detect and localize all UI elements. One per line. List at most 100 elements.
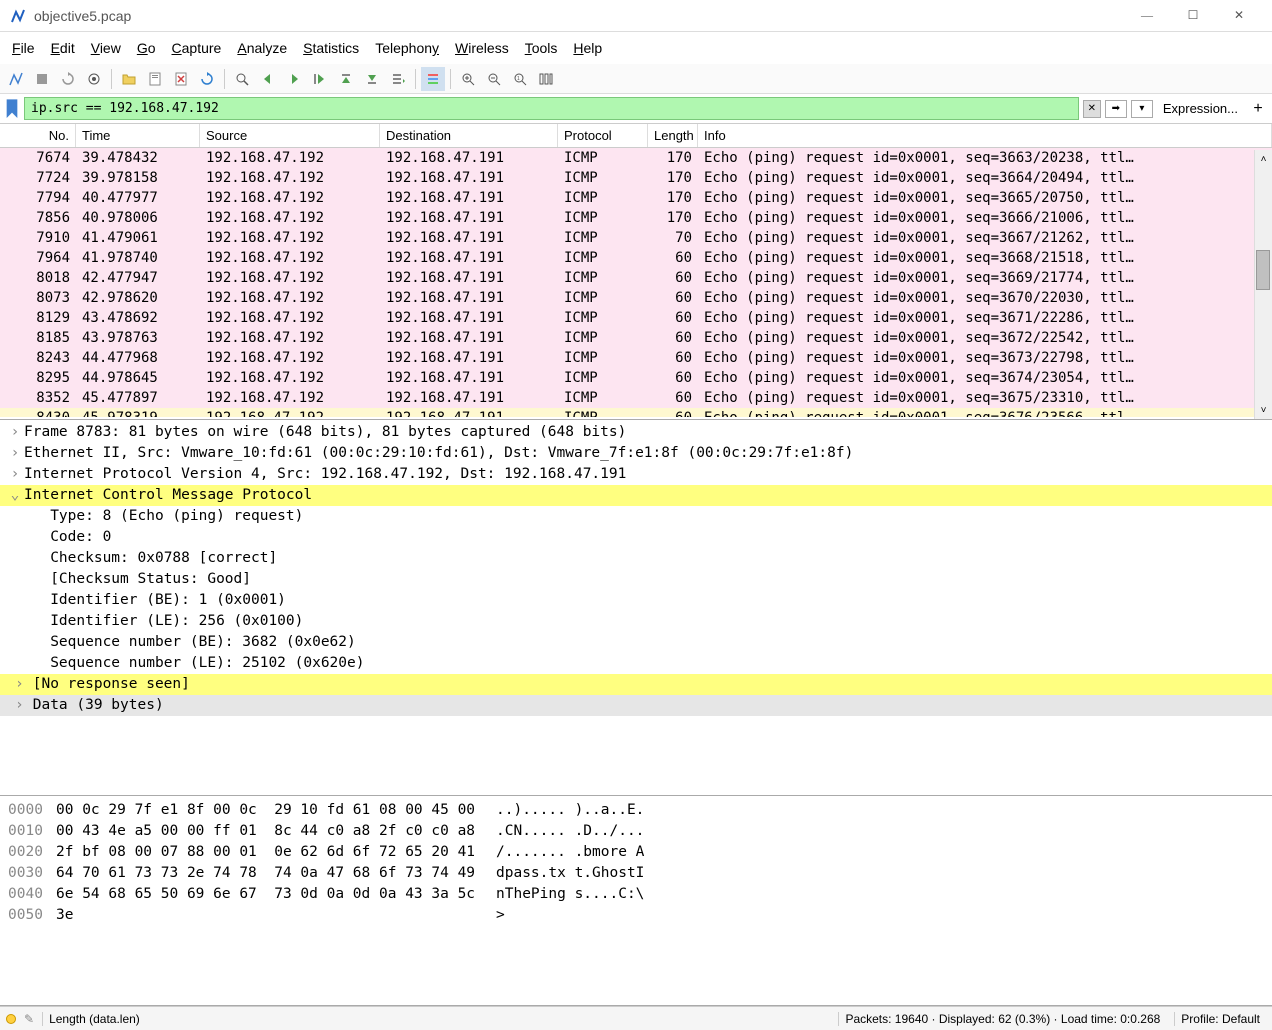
detail-ethernet[interactable]: ›Ethernet II, Src: Vmware_10:fd:61 (00:0… — [0, 443, 1272, 464]
menu-analyze[interactable]: Analyze — [229, 36, 295, 60]
packet-row[interactable]: 785640.978006192.168.47.192192.168.47.19… — [0, 208, 1272, 228]
filter-add-button[interactable]: + — [1248, 100, 1268, 118]
resize-columns-icon[interactable] — [534, 67, 558, 91]
packet-row[interactable]: 801842.477947192.168.47.192192.168.47.19… — [0, 268, 1272, 288]
menu-wireless[interactable]: Wireless — [447, 36, 517, 60]
menu-statistics[interactable]: Statistics — [295, 36, 367, 60]
packet-row[interactable]: 812943.478692192.168.47.192192.168.47.19… — [0, 308, 1272, 328]
detail-icmp-checksum[interactable]: Checksum: 0x0788 [correct] — [0, 548, 1272, 569]
detail-icmp[interactable]: ⌄Internet Control Message Protocol — [0, 485, 1272, 506]
detail-data[interactable]: › Data (39 bytes) — [0, 695, 1272, 716]
go-first-icon[interactable] — [334, 67, 358, 91]
edit-icon[interactable]: ✎ — [24, 1012, 34, 1026]
filter-expression-button[interactable]: Expression... — [1157, 99, 1244, 118]
packet-details-pane[interactable]: ›Frame 8783: 81 bytes on wire (648 bits)… — [0, 420, 1272, 796]
colorize-icon[interactable] — [421, 67, 445, 91]
packet-row[interactable]: 824344.477968192.168.47.192192.168.47.19… — [0, 348, 1272, 368]
toolbar: 1 — [0, 64, 1272, 94]
hex-row[interactable]: 001000 43 4e a5 00 00 ff 01 8c 44 c0 a8 … — [8, 821, 1264, 842]
zoom-in-icon[interactable] — [456, 67, 480, 91]
close-file-icon[interactable] — [169, 67, 193, 91]
packet-bytes-pane[interactable]: 000000 0c 29 7f e1 8f 00 0c 29 10 fd 61 … — [0, 796, 1272, 1006]
menu-tools[interactable]: Tools — [517, 36, 566, 60]
filter-bar: ✕ ➡ ▾ Expression... + — [0, 94, 1272, 124]
column-protocol[interactable]: Protocol — [558, 124, 648, 147]
auto-scroll-icon[interactable] — [386, 67, 410, 91]
go-back-icon[interactable] — [256, 67, 280, 91]
menu-telephony[interactable]: Telephony — [367, 36, 447, 60]
menu-help[interactable]: Help — [565, 36, 610, 60]
detail-icmp-code[interactable]: Code: 0 — [0, 527, 1272, 548]
open-file-icon[interactable] — [117, 67, 141, 91]
scroll-up-icon[interactable]: ˄ — [1255, 150, 1272, 168]
menu-go[interactable]: Go — [129, 36, 164, 60]
packet-row[interactable]: 807342.978620192.168.47.192192.168.47.19… — [0, 288, 1272, 308]
status-packets: Packets: 19640 · Displayed: 62 (0.3%) · … — [838, 1012, 1166, 1026]
reload-icon[interactable] — [195, 67, 219, 91]
display-filter-input[interactable] — [24, 97, 1079, 120]
packet-row[interactable]: 772439.978158192.168.47.192192.168.47.19… — [0, 168, 1272, 188]
status-profile[interactable]: Profile: Default — [1174, 1012, 1266, 1026]
maximize-button[interactable]: ☐ — [1170, 0, 1216, 32]
detail-no-response[interactable]: › [No response seen] — [0, 674, 1272, 695]
window-title: objective5.pcap — [34, 8, 1124, 24]
detail-icmp-id-be[interactable]: Identifier (BE): 1 (0x0001) — [0, 590, 1272, 611]
goto-packet-icon[interactable] — [308, 67, 332, 91]
column-destination[interactable]: Destination — [380, 124, 558, 147]
detail-frame[interactable]: ›Frame 8783: 81 bytes on wire (648 bits)… — [0, 422, 1272, 443]
filter-apply-icon[interactable]: ➡ — [1105, 100, 1127, 118]
zoom-out-icon[interactable] — [482, 67, 506, 91]
filter-history-dropdown[interactable]: ▾ — [1131, 100, 1153, 118]
packet-list-scrollbar[interactable]: ˄ ˅ — [1254, 150, 1272, 419]
hex-row[interactable]: 00503e > — [8, 905, 1264, 926]
scroll-down-icon[interactable]: ˅ — [1255, 401, 1272, 419]
menubar: File Edit View Go Capture Analyze Statis… — [0, 32, 1272, 64]
go-last-icon[interactable] — [360, 67, 384, 91]
detail-icmp-seq-le[interactable]: Sequence number (LE): 25102 (0x620e) — [0, 653, 1272, 674]
column-no[interactable]: No. — [0, 124, 76, 147]
packet-row[interactable]: 843045.978319192.168.47.192192.168.47.19… — [0, 408, 1272, 417]
start-capture-icon[interactable] — [4, 67, 28, 91]
zoom-reset-icon[interactable]: 1 — [508, 67, 532, 91]
detail-icmp-seq-be[interactable]: Sequence number (BE): 3682 (0x0e62) — [0, 632, 1272, 653]
packet-row[interactable]: 779440.477977192.168.47.192192.168.47.19… — [0, 188, 1272, 208]
column-time[interactable]: Time — [76, 124, 200, 147]
close-button[interactable]: ✕ — [1216, 0, 1262, 32]
hex-row[interactable]: 003064 70 61 73 73 2e 74 78 74 0a 47 68 … — [8, 863, 1264, 884]
detail-ip[interactable]: ›Internet Protocol Version 4, Src: 192.1… — [0, 464, 1272, 485]
detail-icmp-type[interactable]: Type: 8 (Echo (ping) request) — [0, 506, 1272, 527]
packet-row[interactable]: 818543.978763192.168.47.192192.168.47.19… — [0, 328, 1272, 348]
packet-row[interactable]: 829544.978645192.168.47.192192.168.47.19… — [0, 368, 1272, 388]
stop-capture-icon[interactable] — [30, 67, 54, 91]
scroll-thumb[interactable] — [1256, 250, 1270, 290]
wireshark-logo-icon — [10, 8, 26, 24]
minimize-button[interactable]: — — [1124, 0, 1170, 32]
detail-icmp-id-le[interactable]: Identifier (LE): 256 (0x0100) — [0, 611, 1272, 632]
filter-clear-icon[interactable]: ✕ — [1083, 100, 1101, 118]
menu-file[interactable]: File — [4, 36, 43, 60]
packet-row[interactable]: 791041.479061192.168.47.192192.168.47.19… — [0, 228, 1272, 248]
packet-row[interactable]: 767439.478432192.168.47.192192.168.47.19… — [0, 148, 1272, 168]
capture-options-icon[interactable] — [82, 67, 106, 91]
hex-row[interactable]: 00406e 54 68 65 50 69 6e 67 73 0d 0a 0d … — [8, 884, 1264, 905]
filter-bookmark-icon[interactable] — [4, 101, 20, 117]
packet-row[interactable]: 796441.978740192.168.47.192192.168.47.19… — [0, 248, 1272, 268]
menu-view[interactable]: View — [83, 36, 129, 60]
restart-capture-icon[interactable] — [56, 67, 80, 91]
detail-icmp-checksum-status[interactable]: [Checksum Status: Good] — [0, 569, 1272, 590]
titlebar: objective5.pcap — ☐ ✕ — [0, 0, 1272, 32]
find-packet-icon[interactable] — [230, 67, 254, 91]
menu-edit[interactable]: Edit — [43, 36, 83, 60]
column-source[interactable]: Source — [200, 124, 380, 147]
column-info[interactable]: Info — [698, 124, 1272, 147]
packet-list-pane: No. Time Source Destination Protocol Len… — [0, 124, 1272, 420]
packet-list-body[interactable]: 767439.478432192.168.47.192192.168.47.19… — [0, 148, 1272, 417]
hex-row[interactable]: 000000 0c 29 7f e1 8f 00 0c 29 10 fd 61 … — [8, 800, 1264, 821]
hex-row[interactable]: 00202f bf 08 00 07 88 00 01 0e 62 6d 6f … — [8, 842, 1264, 863]
go-forward-icon[interactable] — [282, 67, 306, 91]
save-file-icon[interactable] — [143, 67, 167, 91]
expert-info-icon[interactable] — [6, 1014, 16, 1024]
column-length[interactable]: Length — [648, 124, 698, 147]
menu-capture[interactable]: Capture — [164, 36, 230, 60]
packet-row[interactable]: 835245.477897192.168.47.192192.168.47.19… — [0, 388, 1272, 408]
